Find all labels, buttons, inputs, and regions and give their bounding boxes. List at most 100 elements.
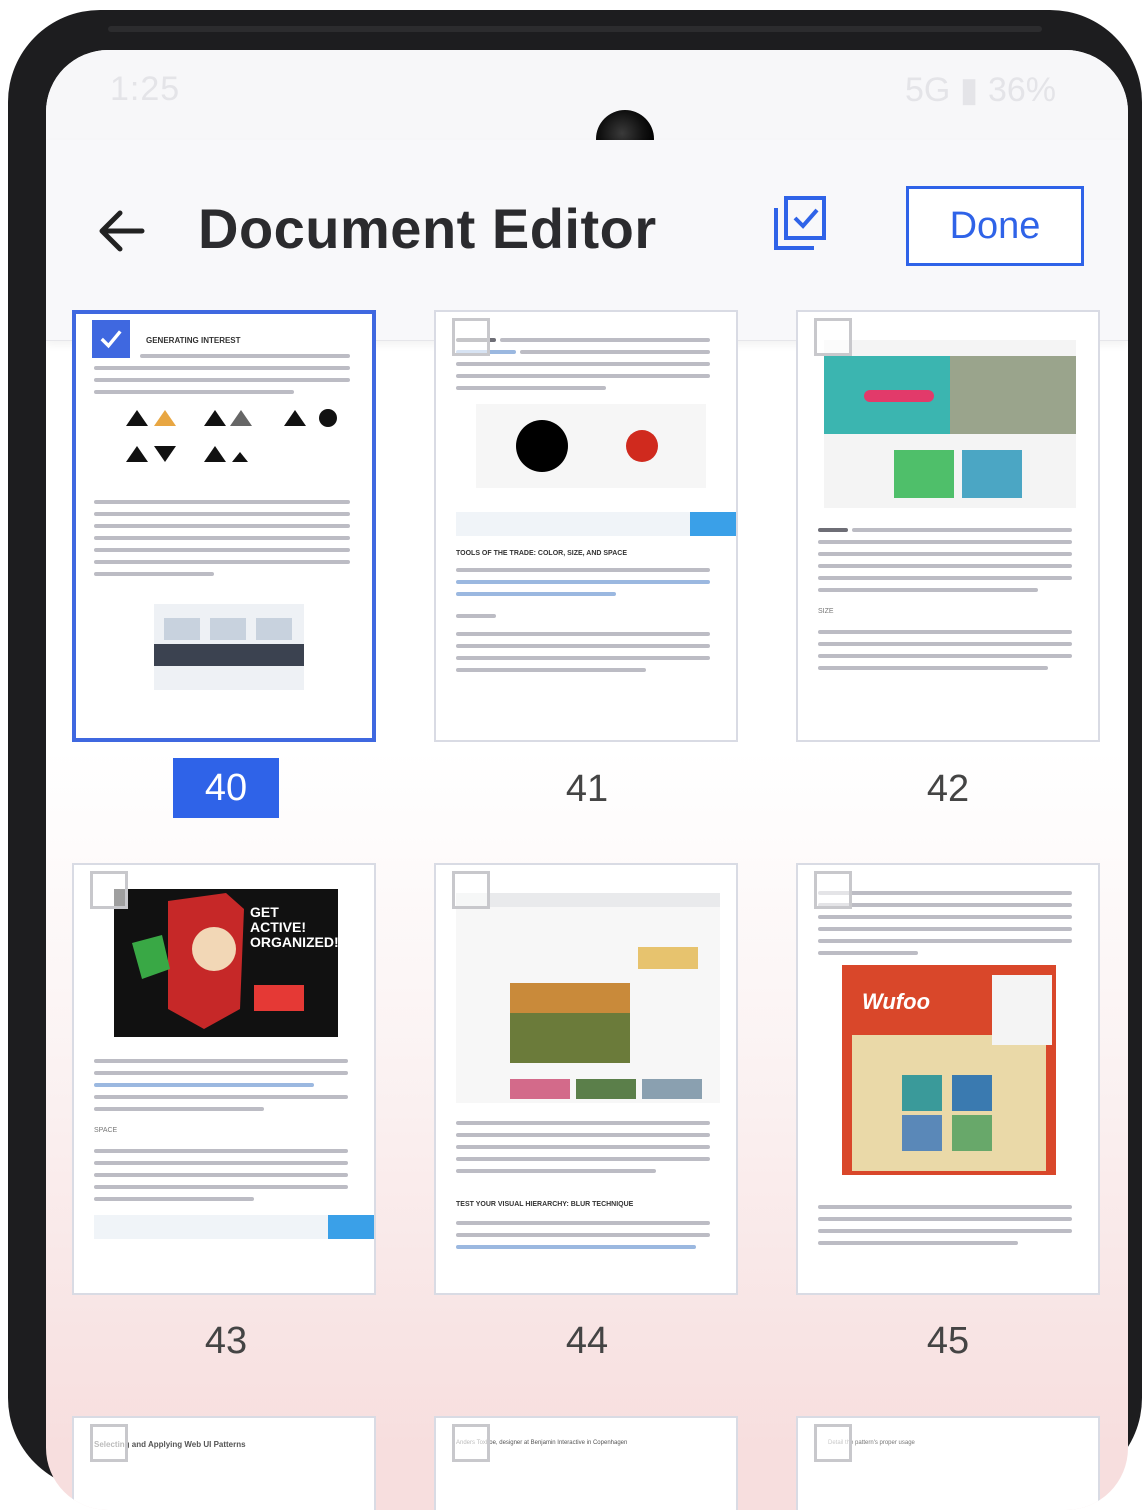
text-line [818,654,1072,658]
poster-text: GET ACTIVE! ORGANIZED! [250,904,339,950]
text-line [456,1145,710,1149]
text-line [818,528,848,532]
page-heading: SIZE [818,608,834,615]
page-thumbnail-48[interactable]: Detail the pattern's proper usage [796,1416,1100,1510]
page-checkbox[interactable] [90,1424,128,1462]
status-indicators: 5G ▮ 36% [905,70,1056,110]
page-heading: GENERATING INTEREST [146,336,241,345]
text-line [456,644,710,648]
page-heading: TEST YOUR VISUAL HIERARCHY: BLUR TECHNIQ… [456,1201,634,1208]
page-checkbox[interactable] [814,1424,852,1462]
page-heading: SPACE [94,1127,118,1134]
page-thumbnail-40[interactable]: GENERATING INTEREST [72,310,376,742]
text-line [94,536,350,540]
text-line [456,592,616,596]
battery-icon: ▮ [959,71,979,109]
text-line [94,1095,348,1099]
text-line [456,580,710,584]
tweet-box [456,512,736,536]
text-line [456,374,710,378]
battery-level: 36% [987,71,1056,109]
page-number-42[interactable]: 42 [895,768,1001,811]
text-line [818,552,1072,556]
page-number-41[interactable]: 41 [534,768,640,811]
text-line [456,1157,710,1161]
shapes-figure [126,409,337,462]
circles-figure [476,404,706,488]
page-checkbox[interactable] [814,318,852,356]
page-checkbox[interactable] [452,871,490,909]
text-line [456,1121,710,1125]
text-line [94,1107,264,1111]
text-line [456,1221,710,1225]
page-thumbnail-45[interactable]: Wufoo [796,863,1100,1295]
text-line [94,512,350,516]
text-line [94,524,350,528]
text-line [94,390,294,394]
website-screenshot [456,893,720,1103]
text-line [456,386,606,390]
wufoo-logo: Wufoo [862,989,931,1014]
website-screenshot [824,340,1076,508]
page-thumbnail-46[interactable]: Selecting and Applying Web UI Patterns [72,1416,376,1510]
page-number-44[interactable]: 44 [534,1320,640,1363]
text-line [456,362,710,366]
page-thumbnail-41[interactable]: TOOLS OF THE TRADE: COLOR, SIZE, AND SPA… [434,310,738,742]
check-icon [100,330,122,349]
page-checkbox[interactable] [90,871,128,909]
text-line [818,903,1072,907]
status-bar: 1:25 5G ▮ 36% [46,50,1128,140]
text-line [94,1083,314,1087]
text-line [94,1173,348,1177]
page-number-40[interactable]: 40 [173,758,279,818]
poster-image: GET ACTIVE! ORGANIZED! [114,889,339,1037]
select-all-icon[interactable] [772,194,828,252]
page-thumbnail-42[interactable]: SIZE [796,310,1100,742]
text-line [520,350,710,354]
text-line [94,1185,348,1189]
text-line [818,891,1072,895]
text-line [94,1059,348,1063]
text-line [94,366,350,370]
text-line [94,1149,348,1153]
done-button[interactable]: Done [906,186,1084,266]
text-line [818,576,1072,580]
page-checkbox[interactable] [452,318,490,356]
text-line [456,656,710,660]
text-line [94,560,350,564]
text-line [94,1071,348,1075]
text-line [818,588,1038,592]
text-line [94,1161,348,1165]
text-line [94,1197,254,1201]
text-line [818,1241,1018,1245]
text-line [94,572,214,576]
text-line [456,668,646,672]
text-line [94,548,350,552]
text-line [818,951,918,955]
text-line [818,642,1072,646]
arrow-left-icon[interactable] [94,204,148,258]
text-line [140,354,350,358]
text-line [818,1205,1072,1209]
text-line [456,1133,710,1137]
text-line [500,338,710,342]
page-checkbox[interactable] [92,320,130,358]
text-line [456,1169,656,1173]
page-number-43[interactable]: 43 [173,1320,279,1363]
text-line [818,666,1048,670]
page-thumbnail-47[interactable]: Anders Toxboe, designer at Benjamin Inte… [434,1416,738,1510]
page-number-45[interactable]: 45 [895,1320,1001,1363]
text-line [94,500,350,504]
text-line [818,915,1072,919]
text-line [818,927,1072,931]
page-thumbnail-43[interactable]: GET ACTIVE! ORGANIZED! SPACE [72,863,376,1295]
page-title: Document Editor [198,197,657,260]
page-checkbox[interactable] [452,1424,490,1462]
text-line [818,564,1072,568]
page-heading: TOOLS OF THE TRADE: COLOR, SIZE, AND SPA… [456,550,627,557]
text-line [456,614,496,618]
page-thumbnail-44[interactable]: TEST YOUR VISUAL HIERARCHY: BLUR TECHNIQ… [434,863,738,1295]
text-line [94,378,350,382]
text-line [818,630,1072,634]
page-checkbox[interactable] [814,871,852,909]
